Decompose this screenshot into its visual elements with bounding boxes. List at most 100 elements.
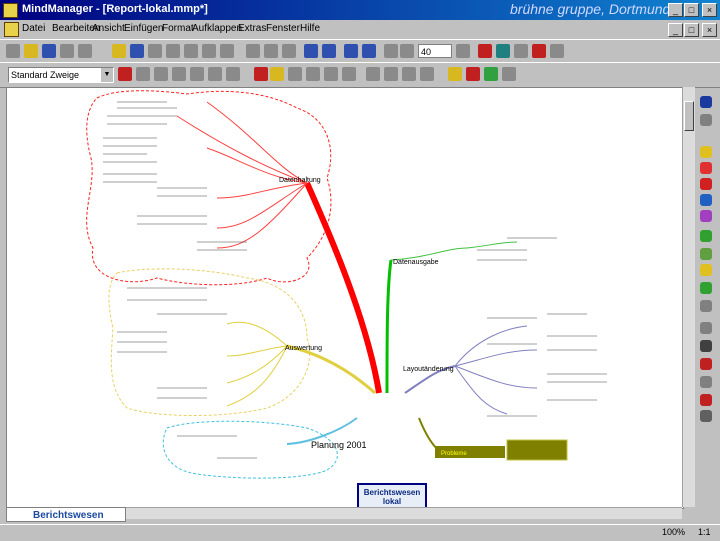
- menu-extras[interactable]: Extras: [238, 23, 266, 34]
- callout-icon[interactable]: [166, 44, 180, 58]
- underline-icon[interactable]: [172, 67, 186, 81]
- collapse-icon[interactable]: [366, 67, 380, 81]
- insert-icon[interactable]: [130, 44, 144, 58]
- style-select[interactable]: Standard Zweige ▼: [8, 67, 114, 83]
- italic-icon[interactable]: [154, 67, 168, 81]
- stop-icon[interactable]: [700, 178, 712, 190]
- arrow-right-icon[interactable]: [700, 230, 712, 242]
- menu-fenster[interactable]: Fenster: [266, 23, 300, 34]
- print-icon[interactable]: [60, 44, 74, 58]
- save-icon[interactable]: [42, 44, 56, 58]
- doc-icon[interactable]: [4, 22, 19, 37]
- fill-color-icon[interactable]: [254, 67, 268, 81]
- phone-icon[interactable]: [700, 322, 712, 334]
- zoom-in-icon[interactable]: [384, 44, 398, 58]
- menu-format[interactable]: Format: [162, 23, 194, 34]
- branch-datenhaltung[interactable]: [304, 181, 382, 394]
- chart-icon[interactable]: [466, 67, 480, 81]
- zoom-out-icon[interactable]: [400, 44, 414, 58]
- magic-icon[interactable]: [112, 44, 126, 58]
- forward-icon[interactable]: [362, 44, 376, 58]
- highlight-icon[interactable]: [270, 67, 284, 81]
- undo-icon[interactable]: [304, 44, 318, 58]
- clock-icon[interactable]: [700, 376, 712, 388]
- doc-close-button[interactable]: ×: [702, 23, 717, 37]
- zoom-select[interactable]: 40: [418, 44, 452, 58]
- zoom-dropdown-icon[interactable]: [456, 44, 470, 58]
- export-icon[interactable]: [514, 44, 528, 58]
- resource-icon[interactable]: [484, 67, 498, 81]
- light-bulb-icon[interactable]: [700, 146, 712, 158]
- shape-icon[interactable]: [306, 67, 320, 81]
- line-style-icon[interactable]: [324, 67, 338, 81]
- relation-icon[interactable]: [184, 44, 198, 58]
- filter-icon[interactable]: [420, 67, 434, 81]
- note-icon[interactable]: [220, 44, 234, 58]
- tab-berichtswesen-lokal[interactable]: Berichtswesen lokal: [6, 507, 126, 536]
- status-zoom: 100%: [662, 527, 686, 537]
- outline-icon[interactable]: [496, 44, 510, 58]
- wizard-icon[interactable]: [448, 67, 462, 81]
- collapse-panel-icon[interactable]: [700, 96, 712, 108]
- close-panel-icon[interactable]: [700, 114, 712, 126]
- stopwatch-icon[interactable]: [700, 410, 712, 422]
- menu-datei[interactable]: Datei: [22, 23, 45, 34]
- label-layoutaenderung[interactable]: Layoutänderung: [403, 366, 454, 373]
- map-icon[interactable]: [478, 44, 492, 58]
- close-button[interactable]: ×: [702, 3, 717, 17]
- menu-einfuegen[interactable]: Einfügen: [124, 23, 163, 34]
- label-datenhaltung[interactable]: Datenhaltung: [279, 177, 321, 184]
- checkmark-icon[interactable]: [700, 162, 712, 174]
- minimize-button[interactable]: _: [668, 3, 683, 17]
- central-topic[interactable]: Berichtswesen lokal — — — — —: [357, 483, 427, 508]
- web-icon[interactable]: [532, 44, 546, 58]
- cut-icon[interactable]: [246, 44, 260, 58]
- level-icon[interactable]: [402, 67, 416, 81]
- app-icon[interactable]: [3, 3, 18, 18]
- maximize-button[interactable]: □: [684, 3, 699, 17]
- flower-icon[interactable]: [700, 248, 712, 260]
- menu-hilfe[interactable]: Hilfe: [300, 23, 320, 34]
- branch-auswertung[interactable]: [286, 344, 376, 395]
- map-canvas[interactable]: Datenhaltung Datenausgabe Auswertung Lay…: [6, 87, 684, 509]
- expand-icon[interactable]: [384, 67, 398, 81]
- branch-icon[interactable]: [148, 44, 162, 58]
- flag-icon[interactable]: [700, 194, 712, 206]
- tools-icon[interactable]: [502, 67, 516, 81]
- preview-icon[interactable]: [78, 44, 92, 58]
- open-icon[interactable]: [24, 44, 38, 58]
- chevron-down-icon[interactable]: ▼: [101, 68, 113, 82]
- mail-icon[interactable]: [700, 358, 712, 370]
- label-datenausgabe[interactable]: Datenausgabe: [393, 259, 439, 266]
- label-auswertung[interactable]: Auswertung: [285, 345, 322, 352]
- font-size-icon[interactable]: [190, 67, 204, 81]
- pin-icon[interactable]: [700, 300, 712, 312]
- bold-icon[interactable]: [136, 67, 150, 81]
- label-planung[interactable]: Planung 2001: [311, 440, 367, 450]
- label-probleme[interactable]: Probleme: [441, 451, 467, 457]
- align-left-icon[interactable]: [208, 67, 222, 81]
- boundary-icon[interactable]: [202, 44, 216, 58]
- menu-ansicht[interactable]: Ansicht: [92, 23, 125, 34]
- redo-icon[interactable]: [322, 44, 336, 58]
- menu-aufklappen[interactable]: Aufklappen: [192, 23, 242, 34]
- doc-minimize-button[interactable]: _: [668, 23, 683, 37]
- at-icon[interactable]: [700, 394, 712, 406]
- arrow-style-icon[interactable]: [342, 67, 356, 81]
- doc-restore-button[interactable]: □: [684, 23, 699, 37]
- copy-icon[interactable]: [264, 44, 278, 58]
- paste-icon[interactable]: [282, 44, 296, 58]
- new-icon[interactable]: [6, 44, 20, 58]
- mail-icon[interactable]: [550, 44, 564, 58]
- font-color-icon[interactable]: [118, 67, 132, 81]
- computer-icon[interactable]: [700, 340, 712, 352]
- line-color-icon[interactable]: [288, 67, 302, 81]
- vertical-scrollbar[interactable]: [682, 87, 695, 507]
- back-icon[interactable]: [344, 44, 358, 58]
- arrow-down-icon[interactable]: [700, 210, 712, 222]
- align-center-icon[interactable]: [226, 67, 240, 81]
- scroll-thumb[interactable]: [684, 101, 694, 131]
- smiley-icon[interactable]: [700, 264, 712, 276]
- people-icon[interactable]: [700, 282, 712, 294]
- branch-datenausgabe[interactable]: [385, 259, 393, 394]
